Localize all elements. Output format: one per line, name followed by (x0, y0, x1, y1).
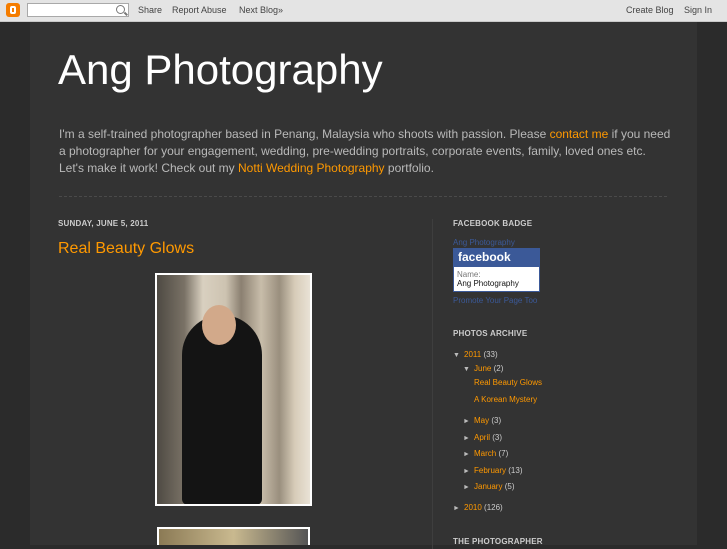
archive-month-may[interactable]: ► May (3) (463, 416, 501, 425)
facebook-logo: facebook (454, 249, 539, 267)
fb-name-label: Name: (457, 270, 481, 279)
collapsed-arrow-icon[interactable]: ► (463, 451, 474, 458)
archive-month-label[interactable]: April (474, 433, 490, 442)
collapsed-arrow-icon[interactable]: ► (463, 484, 474, 491)
archive-count: (7) (498, 449, 509, 458)
blogger-navbar: Share Report Abuse Next Blog» Create Blo… (0, 0, 727, 22)
archive-month-february[interactable]: ► February (13) (463, 466, 522, 475)
archive-month-january[interactable]: ► January (5) (463, 482, 514, 491)
archive-post-link[interactable]: Real Beauty Glows (474, 378, 542, 387)
create-blog-link[interactable]: Create Blog (626, 5, 674, 15)
facebook-badge[interactable]: facebook Name: Ang Photography (453, 248, 540, 292)
blogger-logo-icon[interactable] (6, 3, 20, 17)
facebook-page-link[interactable]: Ang Photography (453, 238, 515, 247)
notti-link[interactable]: Notti Wedding Photography (238, 161, 385, 175)
archive-year-2011[interactable]: ▼ 2011 (33) (453, 350, 498, 359)
archive-month-march[interactable]: ► March (7) (463, 449, 508, 458)
expanded-arrow-icon[interactable]: ▼ (463, 366, 474, 373)
desc-text: I'm a self-trained photographer based in… (59, 127, 550, 141)
archive-post-title[interactable]: A Korean Mystery (474, 395, 537, 404)
archive-month-label[interactable]: January (474, 482, 502, 491)
archive-count: (3) (491, 416, 502, 425)
promote-page-link[interactable]: Promote Your Page Too (453, 296, 537, 305)
search-input[interactable] (27, 3, 129, 17)
archive-count: (5) (504, 482, 515, 491)
post-date: SUNDAY, JUNE 5, 2011 (58, 219, 149, 228)
photos-archive-heading: PHOTOS ARCHIVE (453, 329, 528, 338)
blog-description: I'm a self-trained photographer based in… (59, 126, 674, 177)
collapsed-arrow-icon[interactable]: ► (463, 418, 474, 425)
report-abuse-link[interactable]: Report Abuse (172, 5, 227, 15)
sign-in-link[interactable]: Sign In (684, 5, 712, 15)
search-icon[interactable] (116, 5, 125, 14)
collapsed-arrow-icon[interactable]: ► (463, 468, 474, 475)
archive-year-label[interactable]: 2010 (464, 503, 482, 512)
collapsed-arrow-icon[interactable]: ► (453, 505, 464, 512)
archive-month-label[interactable]: February (474, 466, 506, 475)
column-divider (432, 219, 433, 549)
archive-year-2010[interactable]: ► 2010 (126) (453, 503, 503, 512)
archive-count: (126) (484, 503, 503, 512)
fb-name-value: Ang Photography (457, 279, 519, 288)
archive-month-label[interactable]: May (474, 416, 489, 425)
archive-month-april[interactable]: ► April (3) (463, 433, 502, 442)
post-title[interactable]: Real Beauty Glows (58, 240, 194, 258)
archive-count: (33) (483, 350, 498, 359)
archive-post-link[interactable]: A Korean Mystery (474, 395, 537, 404)
collapsed-arrow-icon[interactable]: ► (463, 435, 474, 442)
archive-count: (3) (492, 433, 503, 442)
archive-count: (13) (508, 466, 523, 475)
contact-link[interactable]: contact me (550, 127, 609, 141)
post-photo[interactable] (157, 527, 310, 545)
share-link[interactable]: Share (138, 5, 162, 15)
blog-title[interactable]: Ang Photography (58, 46, 383, 94)
desc-text: portfolio. (384, 161, 434, 175)
archive-month-june[interactable]: ▼ June (2) (463, 364, 503, 373)
next-blog-link[interactable]: Next Blog» (239, 5, 283, 15)
blog-container: Ang Photography I'm a self-trained photo… (30, 22, 697, 549)
archive-month-label[interactable]: March (474, 449, 496, 458)
header-divider (59, 196, 667, 197)
archive-count: (2) (493, 364, 504, 373)
expanded-arrow-icon[interactable]: ▼ (453, 352, 464, 359)
facebook-badge-heading: FACEBOOK BADGE (453, 219, 533, 228)
archive-post-title[interactable]: Real Beauty Glows (474, 378, 542, 387)
archive-year-label[interactable]: 2011 (464, 350, 481, 359)
post-photo[interactable] (155, 273, 312, 506)
archive-month-label[interactable]: June (474, 364, 491, 373)
